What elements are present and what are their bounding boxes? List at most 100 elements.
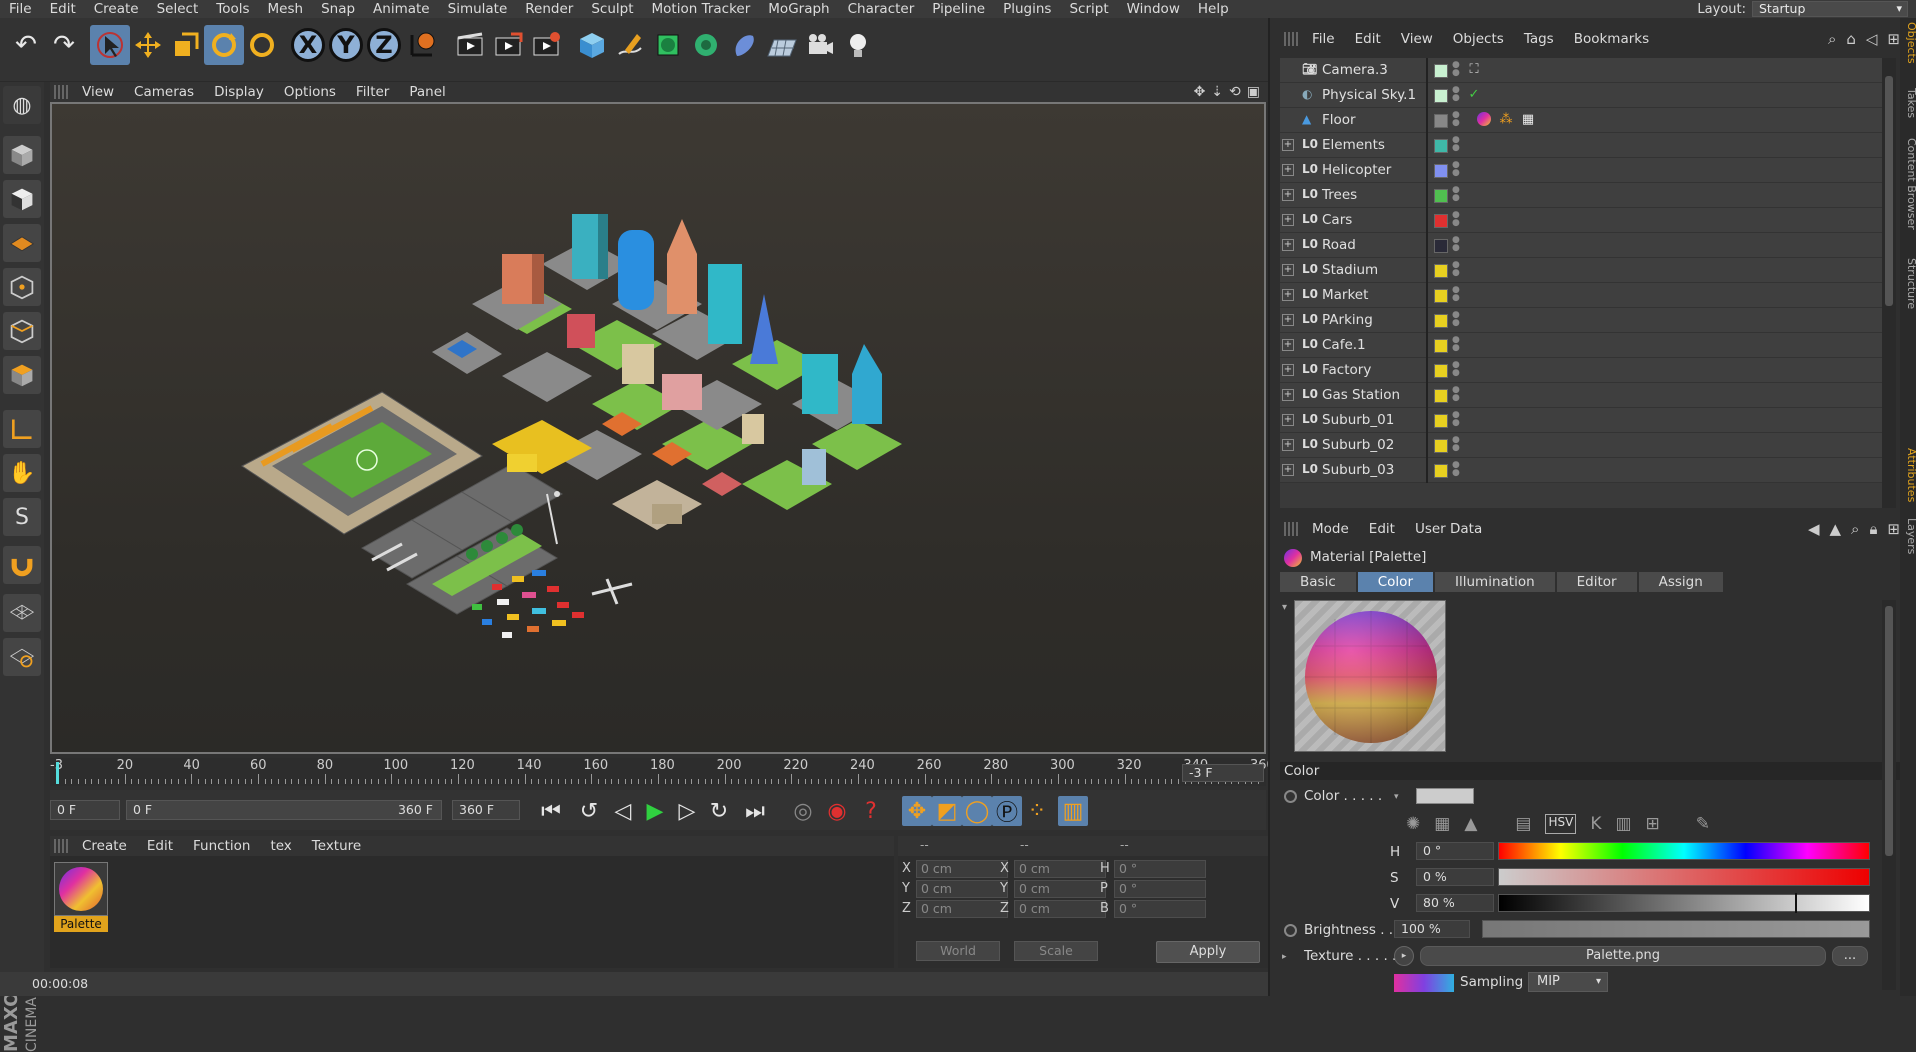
visibility-dots-icon[interactable]: ● ● [1452, 286, 1460, 303]
brightness-field[interactable]: 100 % [1394, 920, 1470, 938]
layer-color-swatch[interactable] [1434, 289, 1448, 303]
lock-icon[interactable]: 🔒︎ [1869, 520, 1877, 538]
visibility-dots-icon[interactable]: ● ● [1452, 461, 1460, 478]
render-view-icon[interactable] [450, 25, 490, 65]
visibility-dots-icon[interactable]: ● ● [1452, 211, 1460, 228]
edges-mode-icon[interactable] [3, 312, 41, 350]
expand-toggle-icon[interactable]: + [1282, 414, 1294, 426]
layer-color-swatch[interactable] [1434, 364, 1448, 378]
expand-toggle-icon[interactable]: + [1282, 139, 1294, 151]
side-tab-layers[interactable]: Layers [1900, 518, 1916, 554]
menu-pipeline[interactable]: Pipeline [923, 1, 994, 17]
visibility-dots-icon[interactable]: ● ● [1452, 186, 1460, 203]
attribute-menu-edit[interactable]: Edit [1359, 521, 1405, 537]
scale-dropdown[interactable]: Scale [1014, 941, 1098, 961]
current-frame-field[interactable]: -3 F [1182, 764, 1264, 782]
tab-editor[interactable]: Editor [1556, 572, 1637, 592]
texture-browse-button[interactable]: ... [1832, 946, 1868, 966]
menu-character[interactable]: Character [839, 1, 924, 17]
tab-illumination[interactable]: Illumination [1435, 572, 1555, 592]
polygons-mode-icon[interactable] [3, 356, 41, 394]
visibility-dots-icon[interactable]: ● ● [1452, 111, 1460, 128]
menu-edit[interactable]: Edit [41, 1, 85, 17]
brightness-slider[interactable] [1482, 920, 1870, 938]
object-row[interactable]: + L0 Factory ● ● [1280, 358, 1890, 383]
menu-create[interactable]: Create [85, 1, 148, 17]
layer-color-swatch[interactable] [1434, 139, 1448, 153]
visibility-dots-icon[interactable]: ● ● [1452, 411, 1460, 428]
coord-field[interactable]: 0 ° [1114, 880, 1206, 898]
object-menu-bookmarks[interactable]: Bookmarks [1564, 31, 1659, 47]
object-menu-objects[interactable]: Objects [1443, 31, 1514, 47]
visibility-dots-icon[interactable]: ● ● [1452, 261, 1460, 278]
camera-icon[interactable] [800, 25, 840, 65]
coord-field[interactable]: 0 ° [1114, 860, 1206, 878]
deformer-icon[interactable] [724, 25, 764, 65]
model-mode-icon[interactable] [3, 136, 41, 174]
material-menu-function[interactable]: Function [183, 838, 260, 854]
apply-button[interactable]: Apply [1156, 941, 1260, 963]
object-row[interactable]: ◐ Physical Sky.1 ● ● ✓ [1280, 83, 1890, 108]
material-name-label[interactable]: Palette [54, 916, 108, 932]
viewport-menu-cameras[interactable]: Cameras [124, 84, 204, 100]
menu-mesh[interactable]: Mesh [259, 1, 313, 17]
texture-file-button[interactable]: Palette.png [1420, 946, 1826, 966]
object-list-scrollbar[interactable] [1882, 58, 1896, 508]
object-row[interactable]: + L0 Suburb_02 ● ● [1280, 433, 1890, 458]
expand-toggle-icon[interactable]: + [1282, 439, 1294, 451]
expand-toggle-icon[interactable]: + [1282, 464, 1294, 476]
axis-mode-icon[interactable] [3, 410, 41, 448]
layer-color-swatch[interactable] [1434, 464, 1448, 478]
coord-field[interactable]: 0 cm [1014, 860, 1106, 878]
object-menu-edit[interactable]: Edit [1345, 31, 1391, 47]
snap-icon[interactable]: S [3, 498, 41, 536]
subdivision-surface-icon[interactable] [648, 25, 688, 65]
make-editable-icon[interactable]: ◍ [3, 86, 41, 124]
pen-spline-icon[interactable] [610, 25, 650, 65]
layer-color-swatch[interactable] [1434, 314, 1448, 328]
hsv-mode-icon[interactable]: HSV [1545, 814, 1577, 834]
world-dropdown[interactable]: World [916, 941, 1000, 961]
layer-color-swatch[interactable] [1434, 389, 1448, 403]
color-radio[interactable] [1284, 790, 1297, 803]
palette-material-thumbnail[interactable] [54, 862, 108, 916]
menu-window[interactable]: Window [1118, 1, 1189, 17]
undo-icon[interactable]: ↶ [6, 25, 46, 65]
visibility-dots-icon[interactable]: ● ● [1452, 336, 1460, 353]
side-tab-structure[interactable]: Structure [1900, 258, 1916, 309]
frame-range-slider[interactable]: 0 F 360 F [126, 800, 442, 820]
play-icon[interactable]: ▶ [640, 796, 670, 826]
color-wheel-icon[interactable]: ✺ [1406, 814, 1420, 834]
visibility-dots-icon[interactable]: ● ● [1452, 236, 1460, 253]
object-row[interactable]: + L0 Stadium ● ● [1280, 258, 1890, 283]
menu-motion-tracker[interactable]: Motion Tracker [643, 1, 760, 17]
floor-scene-icon[interactable] [762, 25, 802, 65]
workplane-align-icon[interactable] [3, 638, 41, 676]
h-field[interactable]: 0 ° [1416, 842, 1494, 860]
expand-toggle-icon[interactable]: + [1282, 264, 1294, 276]
workplane-lock-icon[interactable] [3, 594, 41, 632]
up-arrow-icon[interactable]: ▲ [1829, 520, 1841, 538]
key-position-icon[interactable]: ✥ [902, 796, 932, 826]
collapse-arrow-icon[interactable]: ▾ [1282, 602, 1287, 613]
render-picture-viewer-icon[interactable] [488, 25, 528, 65]
kelvin-mode-icon[interactable]: K [1590, 814, 1601, 834]
object-menu-view[interactable]: View [1391, 31, 1443, 47]
side-tab-takes[interactable]: Takes [1900, 88, 1916, 118]
tab-assign[interactable]: Assign [1638, 572, 1723, 592]
layer-color-swatch[interactable] [1434, 339, 1448, 353]
expand-toggle-icon[interactable]: + [1282, 214, 1294, 226]
scrollbar-thumb[interactable] [1885, 606, 1893, 856]
menu-mograph[interactable]: MoGraph [759, 1, 838, 17]
visibility-dots-icon[interactable]: ● ● [1452, 386, 1460, 403]
side-tab-objects[interactable]: Objects [1900, 22, 1916, 64]
texture-mode-icon[interactable] [3, 180, 41, 218]
material-menu-edit[interactable]: Edit [137, 838, 183, 854]
expand-toggle-icon[interactable]: + [1282, 314, 1294, 326]
material-tag-icon[interactable] [1476, 112, 1492, 128]
end-frame-field[interactable]: 360 F [452, 800, 520, 820]
visibility-dots-icon[interactable]: ● ● [1452, 361, 1460, 378]
menu-select[interactable]: Select [148, 1, 208, 17]
expand-toggle-icon[interactable]: + [1282, 339, 1294, 351]
record-off-icon[interactable]: ◎ [788, 796, 818, 826]
